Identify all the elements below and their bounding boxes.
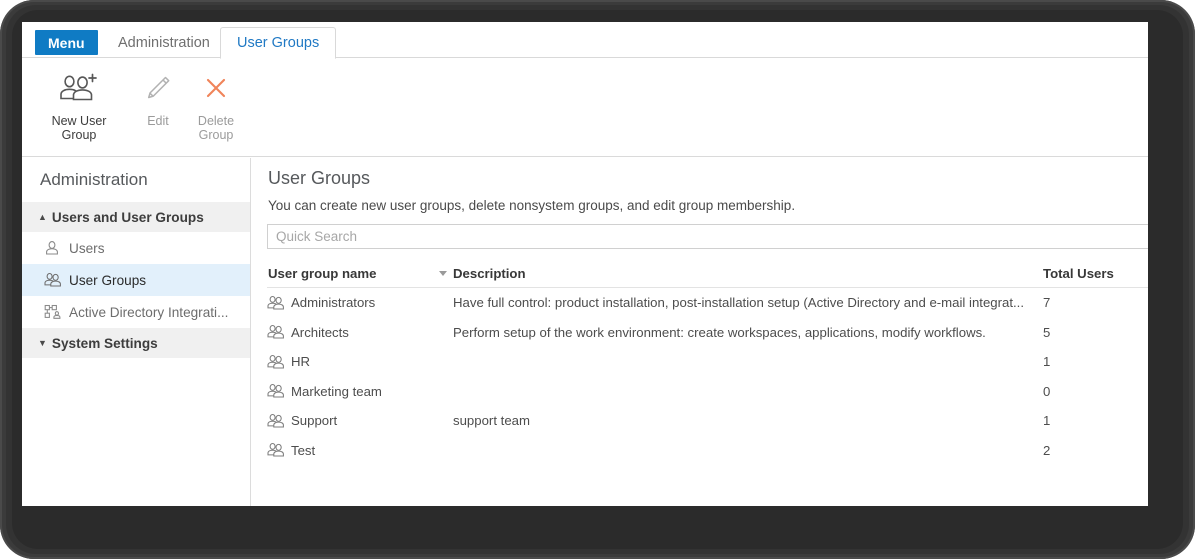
workspace-body: Administration ▲ Users and User Groups U… — [22, 158, 1148, 506]
cell-description: Have full control: product installation,… — [453, 295, 1024, 311]
cell-user-group-name-text: Marketing team — [291, 383, 382, 399]
cell-total-users: 2 — [1043, 442, 1051, 458]
table-header-row: User group name Description Total Users — [267, 260, 1148, 288]
tab-menu[interactable]: Menu — [35, 30, 98, 55]
tab-user-groups-label: User Groups — [237, 35, 320, 51]
tab-administration[interactable]: Administration — [104, 28, 224, 58]
user-icon — [44, 240, 64, 256]
add-users-icon — [57, 68, 101, 108]
sidebar-group-users-and-user-groups[interactable]: ▲ Users and User Groups — [22, 202, 250, 232]
active-directory-icon — [44, 304, 64, 320]
cell-user-group-name: Architects — [267, 324, 453, 340]
cell-user-group-name: HR — [267, 354, 453, 370]
user-group-icon — [44, 272, 64, 288]
sidebar-title: Administration — [40, 170, 148, 189]
cell-total-users: 0 — [1043, 383, 1051, 399]
cell-user-group-name-text: Administrators — [291, 295, 376, 311]
user-group-icon — [267, 295, 285, 311]
sidebar-item-users[interactable]: Users — [22, 232, 250, 264]
sort-indicator[interactable] — [432, 271, 453, 276]
tab-menu-label: Menu — [48, 34, 85, 51]
user-group-icon — [267, 413, 285, 429]
table-row[interactable]: Marketing team 0 — [267, 377, 1148, 407]
chevron-up-icon: ▲ — [38, 211, 47, 222]
cell-user-group-name-text: Support — [291, 413, 338, 429]
pencil-icon — [143, 68, 173, 108]
user-group-icon — [267, 442, 285, 458]
column-header-total-users[interactable]: Total Users — [1043, 266, 1143, 281]
tab-user-groups[interactable]: User Groups — [220, 27, 337, 59]
page-subtitle: You can create new user groups, delete n… — [268, 198, 796, 213]
cell-total-users: 1 — [1043, 413, 1051, 429]
user-group-icon — [267, 383, 285, 399]
sidebar-nav: ▲ Users and User Groups Users User Group… — [22, 202, 250, 358]
chevron-down-icon: ▼ — [38, 337, 47, 348]
delete-group-label: Delete Group — [197, 114, 235, 142]
cell-user-group-name: Support — [267, 413, 453, 429]
cell-user-group-name: Marketing team — [267, 383, 453, 399]
sidebar-group-system-settings-label: System Settings — [51, 335, 158, 351]
cell-total-users: 5 — [1043, 324, 1051, 340]
cell-user-group-name: Administrators — [267, 295, 453, 311]
sidebar-group-system-settings[interactable]: ▼ System Settings — [22, 328, 250, 358]
table-row[interactable]: Architects Perform setup of the work env… — [267, 318, 1148, 348]
cell-total-users: 1 — [1043, 354, 1051, 370]
new-user-group-button[interactable]: New User Group — [40, 68, 118, 142]
cell-user-group-name: Test — [267, 442, 453, 458]
delete-group-button[interactable]: Delete Group — [177, 68, 255, 142]
sidebar-group-users-and-user-groups-label: Users and User Groups — [51, 209, 204, 225]
cell-user-group-name-text: Test — [291, 442, 316, 458]
table-row[interactable]: Test 2 — [267, 436, 1148, 466]
cell-user-group-name-text: HR — [291, 354, 311, 370]
page-title: User Groups — [268, 168, 371, 188]
quick-search-input[interactable] — [267, 224, 1148, 249]
sidebar-item-active-directory-integration[interactable]: Active Directory Integrati... — [22, 296, 250, 328]
new-user-group-label: New User Group — [51, 114, 107, 142]
column-header-description[interactable]: Description — [453, 266, 1043, 281]
main-content: User Groups You can create new user grou… — [251, 158, 1148, 506]
table-row[interactable]: Administrators Have full control: produc… — [267, 288, 1148, 318]
user-groups-table: User group name Description Total Users — [267, 260, 1148, 465]
ribbon-toolbar: New User Group Edit Delete Group — [22, 58, 1148, 157]
table-row[interactable]: Support support team 1 — [267, 406, 1148, 436]
sidebar-item-user-groups-label: User Groups — [69, 272, 147, 288]
sidebar-item-users-label: Users — [69, 240, 105, 256]
table-row[interactable]: HR 1 — [267, 347, 1148, 377]
cell-user-group-name-text: Architects — [291, 324, 349, 340]
chevron-down-icon — [438, 271, 447, 276]
column-header-user-group-name[interactable]: User group name — [267, 266, 432, 281]
sidebar: Administration ▲ Users and User Groups U… — [22, 158, 250, 506]
edit-label: Edit — [147, 114, 169, 128]
table-body: Administrators Have full control: produc… — [267, 288, 1148, 465]
user-group-icon — [267, 324, 285, 340]
cell-description: Perform setup of the work environment: c… — [453, 324, 986, 340]
cell-description: support team — [453, 413, 530, 429]
tab-strip: Menu Administration User Groups — [22, 22, 1148, 59]
sidebar-item-active-directory-integration-label: Active Directory Integrati... — [69, 304, 229, 320]
sidebar-item-user-groups[interactable]: User Groups — [22, 264, 250, 296]
user-group-icon — [267, 354, 285, 370]
cross-icon — [201, 68, 231, 108]
tab-administration-label: Administration — [118, 35, 210, 51]
application-window: Menu Administration User Groups New User… — [22, 22, 1148, 506]
cell-total-users: 7 — [1043, 295, 1051, 311]
